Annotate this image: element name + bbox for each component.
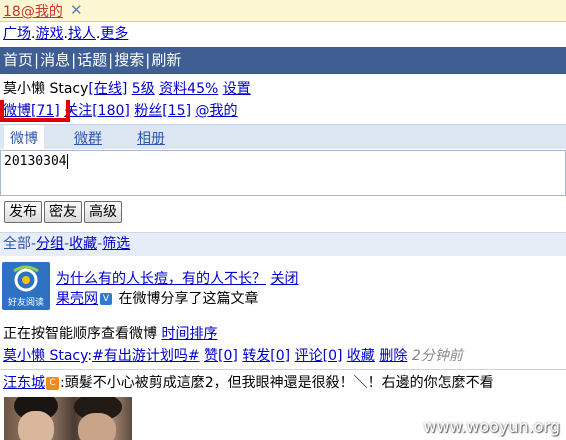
delete-link[interactable]: 删除 [379, 348, 407, 364]
browser-tab[interactable]: 18@我的 [3, 1, 63, 21]
menu-topics[interactable]: 话题 [77, 51, 107, 69]
mentions-link[interactable]: @我的 [196, 103, 238, 119]
user-stats-line: 微博[71] 关注[180] 粉丝[15] @我的 [0, 100, 566, 122]
sort-status-text: 正在按智能顺序查看微博 [3, 326, 157, 342]
nav-plaza-link[interactable]: 广场 [3, 26, 31, 42]
user-name: 莫小懒 Stacy [3, 81, 89, 97]
compose-actions: 发布 密友 高级 [0, 201, 566, 226]
following-count-link[interactable]: 关注[180] [64, 103, 130, 119]
menu-refresh[interactable]: 刷新 [151, 51, 181, 69]
logo-caption: 好友阅读 [7, 298, 44, 308]
compose-textarea[interactable]: 20130304 [0, 150, 566, 196]
nav-games-link[interactable]: 游戏 [35, 26, 63, 42]
compose-text: 20130304 [4, 154, 67, 169]
post-author-link[interactable]: 莫小懒 Stacy [3, 348, 87, 364]
text-caret [66, 154, 68, 169]
private-friends-button[interactable]: 密友 [44, 201, 82, 223]
tab-weibo[interactable]: 微博 [4, 125, 44, 149]
post-timestamp: 2分钟前 [411, 348, 463, 364]
compose-tabs: 微博 微群 相册 [0, 124, 566, 149]
post-author-link[interactable]: 汪东城 [3, 375, 45, 391]
filter-favorites-link[interactable]: 收藏 [69, 236, 97, 252]
tab-weiqun[interactable]: 微群 [74, 128, 102, 148]
feed-post: 汪东城 C:頭髮不小心被剪成這麼2，但我眼神還是很殺！＼！右邊的你怎麼不看 [0, 372, 566, 394]
online-status-link[interactable]: [在线] [88, 81, 127, 97]
profile-completion-link[interactable]: 资料45% [159, 81, 218, 97]
source-link[interactable]: 果壳网 [56, 291, 98, 307]
filter-group-link[interactable]: 分组 [36, 236, 64, 252]
close-tab-icon[interactable]: ✕ [70, 1, 83, 19]
article-title-link[interactable]: 为什么有的人长痘，有的人不长？ [56, 271, 266, 287]
nav-find-people-link[interactable]: 找人 [68, 26, 96, 42]
browser-tab-bar: 18@我的 ✕ [0, 0, 566, 22]
menu-messages[interactable]: 消息 [40, 51, 70, 69]
favorite-link[interactable]: 收藏 [347, 348, 375, 364]
tab-album[interactable]: 相册 [137, 128, 165, 148]
feed-post: 莫小懒 Stacy:#有出游计划吗# 赞[0] 转发[0] 评论[0] 收藏 删… [3, 348, 463, 364]
sort-line: 正在按智能顺序查看微博 时间排序 [0, 323, 566, 343]
nav-more-link[interactable]: 更多 [100, 26, 128, 42]
share-card: 好友阅读 为什么有的人长痘，有的人不长？ 关闭 果壳网 V 在微博分享了这篇文章 [0, 262, 566, 312]
main-menu-bar: 首页|消息|话题|搜索|刷新 [0, 47, 566, 74]
watermark-text: www.wooyun.org [423, 417, 560, 436]
close-card-link[interactable]: 关闭 [270, 271, 298, 287]
level-link[interactable]: 5级 [132, 81, 155, 97]
friend-reading-logo[interactable]: 好友阅读 [2, 262, 50, 310]
filter-screen-link[interactable]: 筛选 [102, 236, 130, 252]
filter-all[interactable]: 全部 [3, 236, 31, 252]
share-action-text: 在微博分享了这篇文章 [118, 291, 259, 307]
top-nav: 广场.游戏.找人.更多 [3, 26, 129, 42]
divider [0, 369, 566, 370]
post-content: :頭髮不小心被剪成這麼2，但我眼神還是很殺！＼！右邊的你怎麼不看 [60, 375, 494, 391]
advanced-button[interactable]: 高级 [84, 201, 122, 223]
menu-home[interactable]: 首页 [3, 51, 33, 69]
fans-count-link[interactable]: 粉丝[15] [134, 103, 191, 119]
like-link[interactable]: 赞[0] [204, 348, 238, 364]
menu-search[interactable]: 搜索 [114, 51, 144, 69]
celebrity-badge-icon: C [46, 376, 59, 390]
verified-icon: V [100, 293, 112, 305]
time-sort-link[interactable]: 时间排序 [161, 326, 217, 342]
user-info-line: 莫小懒 Stacy[在线] 5级 资料45% 设置 [0, 78, 566, 99]
post-topic-link[interactable]: #有出游计划吗# [92, 348, 199, 364]
swirl-logo-icon [13, 265, 39, 292]
publish-button[interactable]: 发布 [4, 201, 42, 223]
comment-link[interactable]: 评论[0] [295, 348, 343, 364]
feed-filter-bar: 全部-分组-收藏-筛选 [0, 232, 566, 256]
post-photo[interactable] [4, 397, 132, 440]
repost-link[interactable]: 转发[0] [242, 348, 290, 364]
settings-link[interactable]: 设置 [223, 81, 251, 97]
highlight-box [0, 100, 70, 122]
